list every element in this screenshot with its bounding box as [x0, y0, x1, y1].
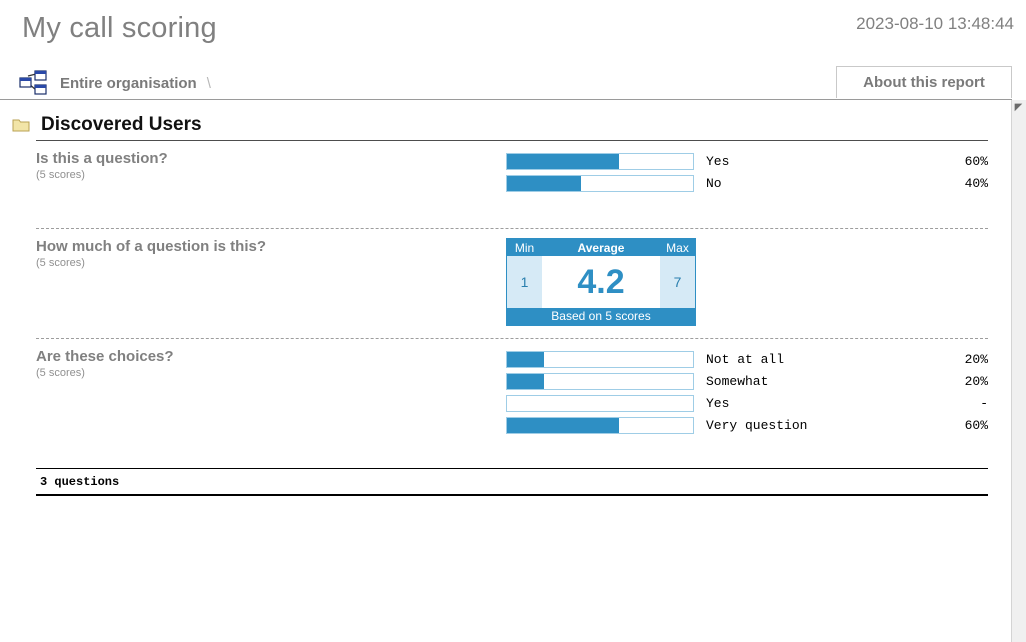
answer-bar-track [506, 175, 694, 192]
min-header: Min [507, 241, 542, 255]
answer-label: Very question [706, 418, 928, 433]
max-header: Max [660, 241, 695, 255]
answer-bar-track [506, 373, 694, 390]
answer-bar-fill [507, 154, 619, 169]
answer-percent: 20% [928, 374, 988, 389]
answer-label: No [706, 176, 928, 191]
answer-percent: 20% [928, 352, 988, 367]
answer-bar-fill [507, 374, 544, 389]
answer-row: Not at all 20% [506, 348, 988, 370]
answer-label: Somewhat [706, 374, 928, 389]
header-divider [0, 99, 1012, 100]
answer-label: Yes [706, 154, 928, 169]
answer-row: Yes - [506, 392, 988, 414]
average-widget-footer: Based on 5 scores [507, 308, 695, 325]
question-item: How much of a question is this? (5 score… [36, 228, 988, 338]
breadcrumb-separator: \ [207, 75, 211, 92]
vertical-scrollbar[interactable] [1011, 100, 1026, 642]
answer-percent: 60% [928, 154, 988, 169]
answer-percent: 40% [928, 176, 988, 191]
max-value: 7 [660, 256, 695, 308]
average-value: 4.2 [542, 256, 660, 308]
folder-icon [12, 118, 30, 132]
org-scope-label: Entire organisation [60, 75, 197, 92]
scroll-up-icon[interactable]: ◤ [1012, 101, 1025, 114]
org-chart-icon [18, 70, 48, 96]
answer-bar-fill [507, 176, 581, 191]
answer-row: No 40% [506, 172, 988, 194]
answer-row: Yes 60% [506, 150, 988, 172]
answer-bar-track [506, 395, 694, 412]
answer-percent: - [928, 396, 988, 411]
question-count-label: 3 questions [40, 475, 119, 489]
answer-bar-track [506, 417, 694, 434]
report-timestamp: 2023-08-10 13:48:44 [856, 14, 1014, 34]
answer-row: Somewhat 20% [506, 370, 988, 392]
answer-percent: 60% [928, 418, 988, 433]
answer-bar-track [506, 153, 694, 170]
breadcrumb: Entire organisation \ [18, 70, 211, 96]
question-item: Is this a question? (5 scores) Yes 60% N… [36, 141, 988, 228]
question-item: Are these choices? (5 scores) Not at all… [36, 338, 988, 468]
report-section: Discovered Users Is this a question? (5 … [0, 110, 1000, 496]
average-header: Average [542, 241, 660, 255]
section-title: Discovered Users [41, 114, 202, 136]
about-this-report-button[interactable]: About this report [836, 66, 1012, 98]
section-header: Discovered Users [0, 110, 1000, 140]
average-widget-header: Min Average Max [507, 239, 695, 256]
answer-bar-track [506, 351, 694, 368]
answer-label: Not at all [706, 352, 928, 367]
average-score-widget: Min Average Max 1 4.2 7 Based on 5 score… [506, 238, 696, 326]
answer-bar-fill [507, 418, 619, 433]
answer-chart: Not at all 20% Somewhat 20% Yes - [506, 348, 988, 436]
page-title: My call scoring [22, 12, 217, 45]
min-value: 1 [507, 256, 542, 308]
average-widget-body: 1 4.2 7 [507, 256, 695, 308]
answer-chart: Yes 60% No 40% [506, 150, 988, 194]
report-footer: 3 questions [36, 468, 988, 496]
answer-bar-fill [507, 352, 544, 367]
answer-label: Yes [706, 396, 928, 411]
answer-row: Very question 60% [506, 414, 988, 436]
